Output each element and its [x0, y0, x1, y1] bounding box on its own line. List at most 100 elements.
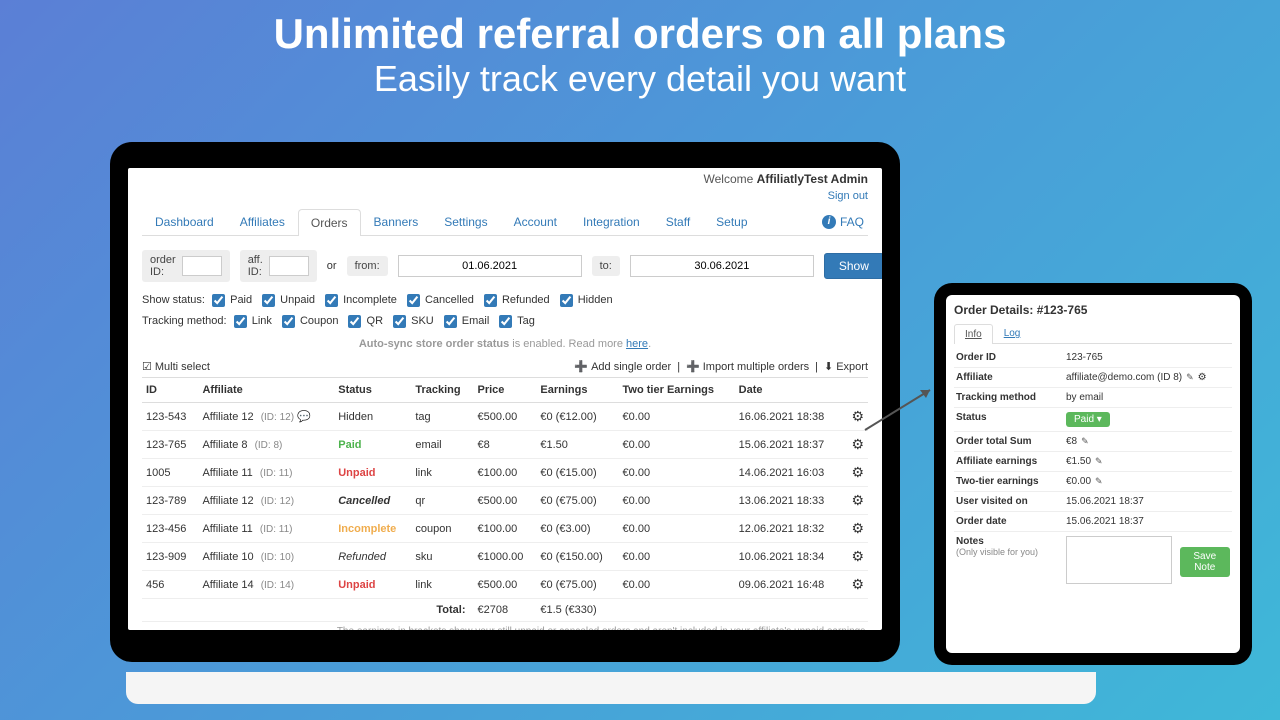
nav-orders[interactable]: Orders	[298, 209, 361, 236]
check-icon: ☑	[142, 360, 152, 373]
laptop-base	[126, 672, 1096, 704]
col-date: Date	[735, 378, 844, 403]
table-row: 456Affiliate 14 (ID: 14)Unpaidlink€500.0…	[142, 571, 868, 599]
download-icon: ⬇	[824, 360, 833, 373]
status-hidden-checkbox[interactable]	[560, 294, 573, 307]
tracking-qr-checkbox[interactable]	[348, 315, 361, 328]
detail-two: Two-tier earnings€0.00 ✎	[954, 472, 1232, 492]
headline-subtitle: Easily track every detail you want	[0, 58, 1280, 100]
detail-status: StatusPaid ▾	[954, 408, 1232, 432]
table-toolbar: ☑ Multi select ➕Add single order | ➕Impo…	[142, 356, 868, 378]
detail-odate: Order date15.06.2021 18:37	[954, 512, 1232, 532]
table-row: 123-789Affiliate 12 (ID: 12)Cancelledqr€…	[142, 487, 868, 515]
faq-link[interactable]: i FAQ	[822, 215, 868, 229]
or-label: or	[327, 260, 337, 272]
col-price: Price	[473, 378, 536, 403]
tracking-coupon-checkbox[interactable]	[282, 315, 295, 328]
plus-icon: ➕	[686, 360, 700, 373]
row-settings-icon[interactable]: ⚙	[844, 515, 868, 543]
edit-icon[interactable]: ✎	[1095, 476, 1103, 487]
tracking-email-checkbox[interactable]	[444, 315, 457, 328]
autosync-link[interactable]: here	[626, 338, 648, 350]
status-incomplete-checkbox[interactable]	[325, 294, 338, 307]
multi-select-toggle[interactable]: ☑ Multi select	[142, 360, 210, 373]
main-nav: DashboardAffiliatesOrdersBannersSettings…	[142, 208, 868, 236]
export-button[interactable]: ⬇Export	[824, 360, 868, 373]
arrow-annotation	[860, 385, 940, 435]
nav-staff[interactable]: Staff	[653, 208, 703, 235]
detail-order-id: Order ID123-765	[954, 348, 1232, 368]
row-settings-icon[interactable]: ⚙	[844, 543, 868, 571]
order-id-filter: order ID:	[142, 250, 230, 282]
status-paid-checkbox[interactable]	[212, 294, 225, 307]
save-note-button[interactable]: Save Note	[1180, 547, 1230, 577]
edit-icon[interactable]: ✎	[1095, 456, 1103, 467]
table-row: 123-909Affiliate 10 (ID: 10)Refundedsku€…	[142, 543, 868, 571]
row-settings-icon[interactable]: ⚙	[844, 571, 868, 599]
import-multiple-orders-button[interactable]: ➕Import multiple orders	[686, 360, 809, 373]
detail-tab-log[interactable]: Log	[993, 323, 1032, 343]
tracking-filter-row: Tracking method: Link Coupon QR SKU Emai…	[142, 311, 868, 332]
col-status: Status	[334, 378, 411, 403]
account-name: AffiliatlyTest Admin	[757, 172, 868, 186]
col-id: ID	[142, 378, 198, 403]
from-date-input[interactable]	[398, 255, 582, 277]
status-filter-row: Show status: Paid Unpaid Incomplete Canc…	[142, 290, 868, 311]
col-affiliate: Affiliate	[198, 378, 334, 403]
headline-title: Unlimited referral orders on all plans	[0, 10, 1280, 58]
autosync-note: Auto-sync store order status is enabled.…	[142, 332, 868, 356]
status-badge[interactable]: Paid ▾	[1066, 412, 1110, 427]
detail-sum: Order total Sum€8 ✎	[954, 432, 1232, 452]
detail-affiliate: Affiliateaffiliate@demo.com (ID 8) ✎ ⚙	[954, 368, 1232, 388]
row-settings-icon[interactable]: ⚙	[844, 459, 868, 487]
gear-icon[interactable]: ⚙	[1198, 372, 1207, 383]
tracking-link-checkbox[interactable]	[234, 315, 247, 328]
detail-tab-info[interactable]: Info	[954, 324, 993, 344]
tablet-frame: Order Details: #123-765 InfoLog Order ID…	[934, 283, 1252, 665]
nav-affiliates[interactable]: Affiliates	[227, 208, 298, 235]
to-filter: to:	[592, 256, 620, 276]
detail-tabs: InfoLog	[954, 323, 1232, 344]
show-button[interactable]: Show	[824, 253, 882, 279]
edit-icon[interactable]: ✎	[1081, 436, 1089, 447]
add-single-order-button[interactable]: ➕Add single order	[574, 360, 671, 373]
status-cancelled-checkbox[interactable]	[407, 294, 420, 307]
aff-id-filter: aff. ID:	[240, 250, 317, 282]
welcome-prefix: Welcome	[704, 172, 757, 186]
order-id-input[interactable]	[182, 256, 222, 276]
comment-icon: 💬	[297, 411, 311, 423]
tracking-tag-checkbox[interactable]	[499, 315, 512, 328]
laptop-frame: Welcome AffiliatlyTest Admin Sign out Da…	[110, 142, 900, 662]
aff-id-input[interactable]	[269, 256, 309, 276]
row-settings-icon[interactable]: ⚙	[844, 487, 868, 515]
detail-visited: User visited on15.06.2021 18:37	[954, 492, 1232, 512]
nav-settings[interactable]: Settings	[431, 208, 500, 235]
notes-textarea[interactable]	[1066, 536, 1172, 584]
from-filter: from:	[347, 256, 388, 276]
col-tracking: Tracking	[411, 378, 473, 403]
col-earnings: Earnings	[536, 378, 618, 403]
status-unpaid-checkbox[interactable]	[262, 294, 275, 307]
nav-banners[interactable]: Banners	[361, 208, 432, 235]
detail-screen: Order Details: #123-765 InfoLog Order ID…	[946, 295, 1240, 653]
table-row: 123-765Affiliate 8 (ID: 8)Paidemail€8€1.…	[142, 431, 868, 459]
nav-dashboard[interactable]: Dashboard	[142, 208, 227, 235]
detail-title: Order Details: #123-765	[954, 303, 1232, 317]
table-row: 123-456Affiliate 11 (ID: 11)Incompleteco…	[142, 515, 868, 543]
nav-account[interactable]: Account	[501, 208, 570, 235]
col-two-tier-earnings: Two tier Earnings	[619, 378, 735, 403]
status-refunded-checkbox[interactable]	[484, 294, 497, 307]
orders-table: IDAffiliateStatusTrackingPriceEarningsTw…	[142, 378, 868, 622]
filter-bar: order ID: aff. ID: or from: to: Show	[142, 236, 868, 290]
nav-integration[interactable]: Integration	[570, 208, 653, 235]
to-date-input[interactable]	[630, 255, 814, 277]
info-icon: i	[822, 215, 836, 229]
tracking-sku-checkbox[interactable]	[393, 315, 406, 328]
nav-setup[interactable]: Setup	[703, 208, 760, 235]
table-row: 1005Affiliate 11 (ID: 11)Unpaidlink€100.…	[142, 459, 868, 487]
table-row: 123-543Affiliate 12 (ID: 12) 💬Hiddentag€…	[142, 403, 868, 431]
detail-tracking: Tracking methodby email	[954, 388, 1232, 408]
edit-icon[interactable]: ✎	[1186, 372, 1194, 383]
plus-icon: ➕	[574, 360, 588, 373]
sign-out-link[interactable]: Sign out	[828, 190, 868, 202]
